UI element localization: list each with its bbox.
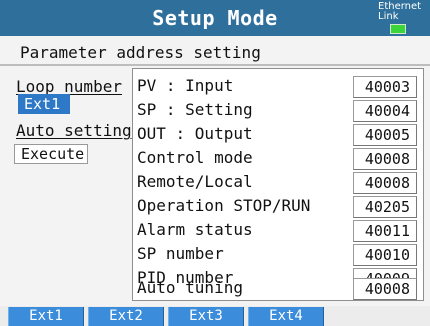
loop-number-field[interactable]: Ext1 — [18, 94, 70, 114]
param-label: SP number — [137, 244, 224, 263]
ethernet-status: Ethernet Link — [378, 2, 426, 34]
param-label: SP : Setting — [137, 100, 253, 119]
divider — [0, 64, 430, 66]
param-row-auto-tuning: Auto tuning 40008 — [137, 277, 417, 300]
param-row-pv: PV : Input 40003 — [137, 75, 417, 98]
auto-setting-label: Auto setting — [16, 121, 132, 140]
softkey-ext1[interactable]: Ext1 — [8, 307, 84, 326]
softkey-ext3[interactable]: Ext3 — [168, 307, 244, 326]
param-value[interactable]: 40205 — [353, 196, 417, 218]
param-value[interactable]: 40010 — [353, 244, 417, 266]
param-label: OUT : Output — [137, 124, 253, 143]
param-label: Alarm status — [137, 220, 253, 239]
param-row-sp-number: SP number 40010 — [137, 243, 417, 266]
param-label: Auto tuning — [137, 278, 243, 297]
page-title: Setup Mode — [152, 6, 278, 30]
param-value[interactable]: 40005 — [353, 124, 417, 146]
param-row-alarm: Alarm status 40011 — [137, 219, 417, 242]
parameter-list: PV : Input 40003 SP : Setting 40004 OUT … — [132, 68, 424, 301]
param-label: Remote/Local — [137, 172, 253, 191]
param-row-sp: SP : Setting 40004 — [137, 99, 417, 122]
param-value[interactable]: 40008 — [353, 148, 417, 170]
param-label: Control mode — [137, 148, 253, 167]
param-row-operation: Operation STOP/RUN 40205 — [137, 195, 417, 218]
section-title: Parameter address setting — [20, 43, 261, 62]
param-value[interactable]: 40011 — [353, 220, 417, 242]
param-row-control-mode: Control mode 40008 — [137, 147, 417, 170]
title-bar: Setup Mode Ethernet Link — [0, 0, 430, 36]
param-value[interactable]: 40004 — [353, 100, 417, 122]
param-value[interactable]: 40008 — [353, 278, 417, 300]
param-row-remote-local: Remote/Local 40008 — [137, 171, 417, 194]
param-value[interactable]: 40003 — [353, 76, 417, 98]
softkey-ext4[interactable]: Ext4 — [248, 307, 324, 326]
link-label: Link — [378, 11, 399, 22]
auto-setting-field[interactable]: Execute — [14, 144, 88, 164]
param-label: PV : Input — [137, 76, 234, 95]
param-value[interactable]: 40008 — [353, 172, 417, 194]
param-row-out: OUT : Output 40005 — [137, 123, 417, 146]
link-led-icon — [390, 24, 406, 34]
param-label: Operation STOP/RUN — [137, 196, 311, 215]
softkey-ext2[interactable]: Ext2 — [88, 307, 164, 326]
